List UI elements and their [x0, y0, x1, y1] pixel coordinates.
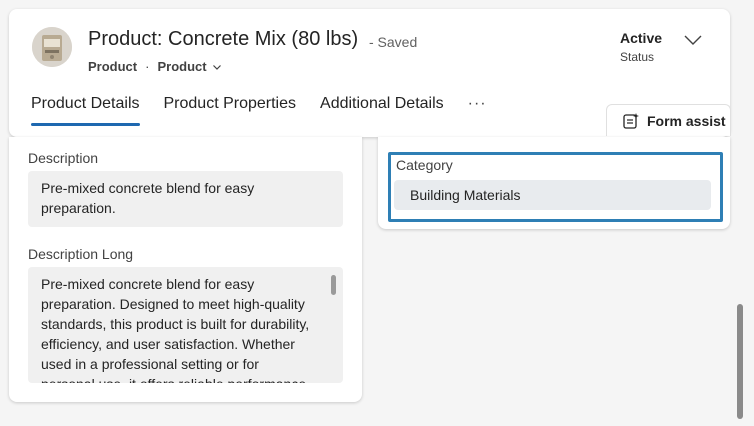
tab-product-properties[interactable]: Product Properties: [164, 95, 297, 126]
description-long-field[interactable]: Pre-mixed concrete blend for easy prepar…: [28, 267, 343, 383]
more-tabs-button[interactable]: ···: [468, 95, 487, 113]
description-long-text: Pre-mixed concrete blend for easy prepar…: [41, 276, 310, 383]
tab-list: Product Details Product Properties Addit…: [31, 95, 487, 131]
product-avatar: [32, 27, 72, 67]
chevron-down-icon: [212, 64, 221, 70]
form-assist-button[interactable]: Form assist: [606, 104, 731, 136]
status-value: Active: [620, 30, 663, 46]
record-title: Product: Concrete Mix (80 lbs): [88, 28, 359, 50]
entity-name: Product: [88, 59, 138, 74]
description-label: Description: [28, 150, 99, 166]
status-label: Status: [620, 50, 655, 64]
category-label: Category: [396, 157, 453, 173]
details-section: Description Pre-mixed concrete blend for…: [9, 137, 362, 402]
form-name: Product: [157, 59, 207, 74]
breadcrumb: Product · Product: [88, 59, 222, 74]
form-assist-label: Form assist: [647, 112, 726, 129]
chevron-down-icon[interactable]: [683, 32, 703, 48]
tab-product-details[interactable]: Product Details: [31, 95, 140, 126]
save-status: - Saved: [369, 34, 418, 50]
page-scrollbar[interactable]: [737, 304, 743, 419]
tab-additional-details[interactable]: Additional Details: [320, 95, 444, 126]
textarea-scrollbar[interactable]: [331, 275, 336, 295]
description-long-label: Description Long: [28, 246, 134, 262]
category-field[interactable]: Building Materials: [394, 180, 711, 210]
form-selector[interactable]: Product: [157, 59, 221, 74]
form-assist-icon: [623, 112, 639, 129]
description-field[interactable]: Pre-mixed concrete blend for easy prepar…: [28, 171, 343, 227]
breadcrumb-separator: ·: [145, 59, 150, 74]
